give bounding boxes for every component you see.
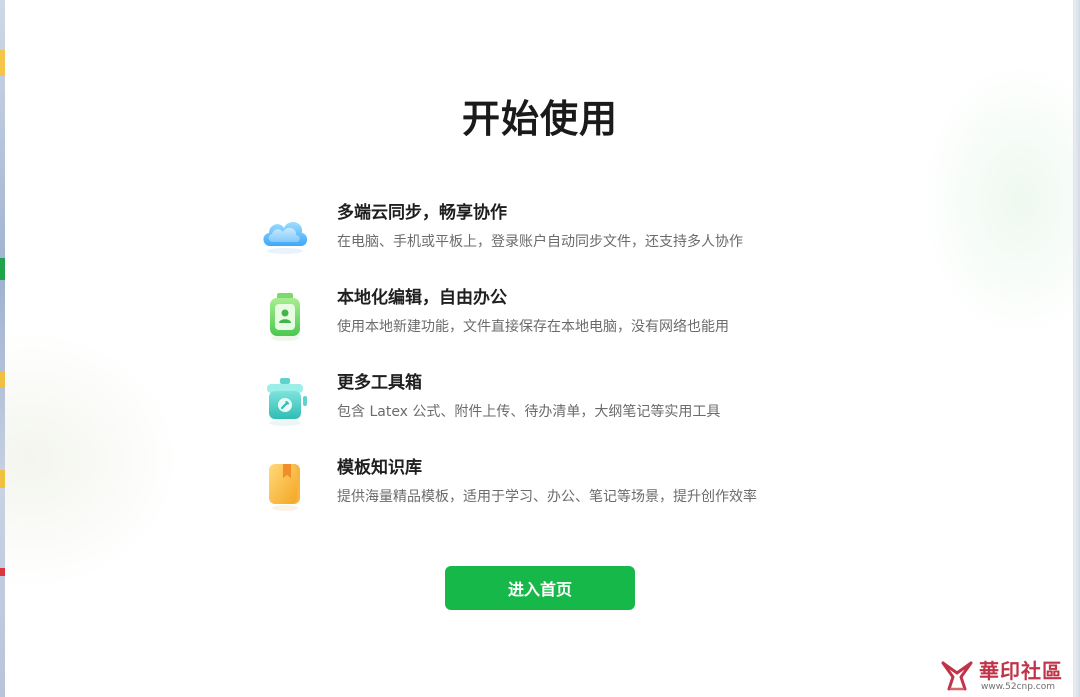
feature-text: 更多工具箱 包含 Latex 公式、附件上传、待办清单，大纲笔记等实用工具 [337, 372, 720, 421]
feature-text: 多端云同步，畅享协作 在电脑、手机或平板上，登录账户自动同步文件，还支持多人协作 [337, 202, 743, 251]
feature-title: 模板知识库 [337, 458, 422, 478]
feature-item-template-library: 模板知识库 提供海量精品模板，适用于学习、办公、笔记等场景，提升创作效率 [258, 453, 858, 538]
cloud-sync-icon [258, 204, 312, 258]
feature-title: 本地化编辑，自由办公 [337, 288, 507, 308]
decorative-glow-left [0, 330, 180, 590]
template-library-icon [258, 459, 312, 513]
feature-description: 包含 Latex 公式、附件上传、待办清单，大纲笔记等实用工具 [337, 404, 721, 420]
watermark-url: www.52cnp.com [981, 682, 1056, 692]
feature-description: 提供海量精品模板，适用于学习、办公、笔记等场景，提升创作效率 [337, 489, 757, 505]
feature-item-toolbox: 更多工具箱 包含 Latex 公式、附件上传、待办清单，大纲笔记等实用工具 [258, 368, 858, 453]
toolbox-icon [258, 374, 312, 428]
feature-description: 使用本地新建功能，文件直接保存在本地电脑，没有网络也能用 [337, 319, 729, 335]
feature-title: 更多工具箱 [337, 373, 422, 393]
feature-list: 多端云同步，畅享协作 在电脑、手机或平板上，登录账户自动同步文件，还支持多人协作 [258, 198, 858, 538]
enter-homepage-button[interactable]: 进入首页 [445, 566, 635, 610]
watermark-logo-icon [939, 657, 975, 693]
feature-description: 在电脑、手机或平板上，登录账户自动同步文件，还支持多人协作 [337, 234, 743, 250]
watermark-name: 華印社區 [979, 659, 1063, 683]
feature-text: 本地化编辑，自由办公 使用本地新建功能，文件直接保存在本地电脑，没有网络也能用 [337, 287, 729, 336]
feature-text: 模板知识库 提供海量精品模板，适用于学习、办公、笔记等场景，提升创作效率 [337, 457, 757, 506]
page-title: 开始使用 [461, 97, 618, 141]
watermark: 華印社區 www.52cnp.com [939, 655, 1074, 695]
feature-item-local-edit: 本地化编辑，自由办公 使用本地新建功能，文件直接保存在本地电脑，没有网络也能用 [258, 283, 858, 368]
feature-title: 多端云同步，畅享协作 [337, 203, 507, 223]
feature-item-cloud-sync: 多端云同步，畅享协作 在电脑、手机或平板上，登录账户自动同步文件，还支持多人协作 [258, 198, 858, 283]
local-edit-icon [258, 289, 312, 343]
welcome-page: 开始使用 多端云同步，畅享协作 在电脑、手机或平板上，登录账户自动同步文件，还支… [0, 0, 1080, 697]
